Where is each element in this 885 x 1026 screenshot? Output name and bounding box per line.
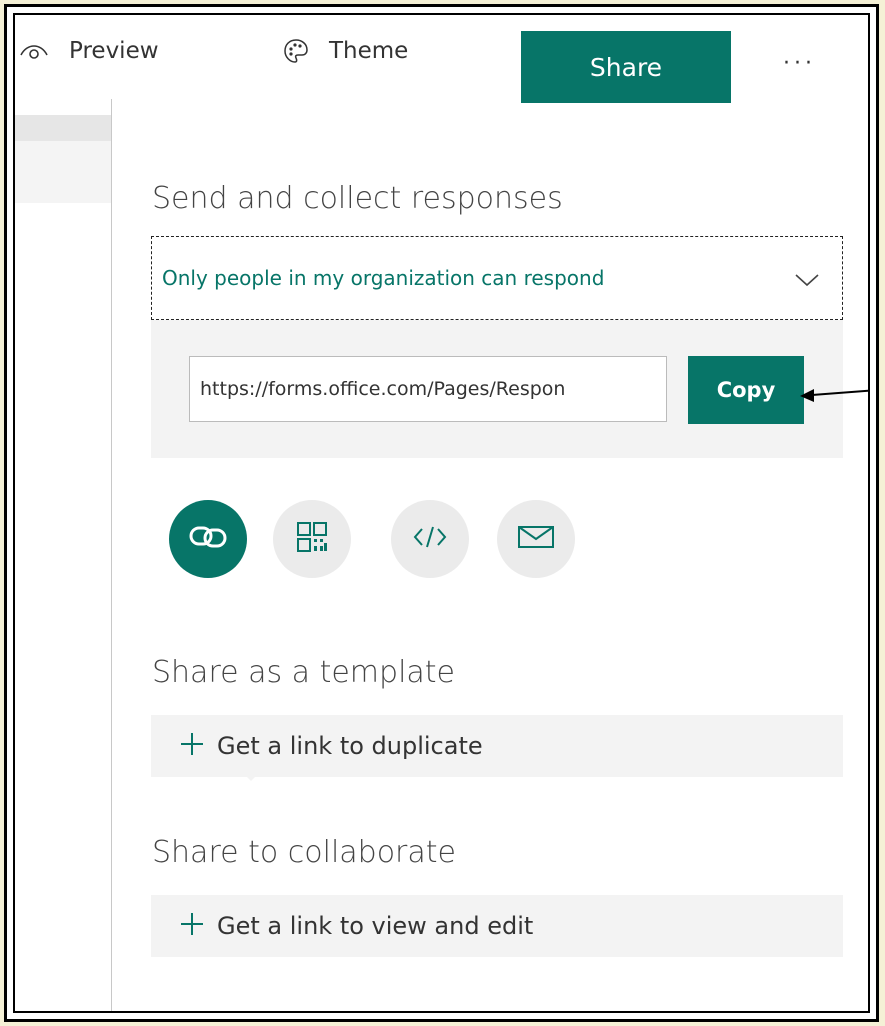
embed-share-button[interactable] [391, 500, 469, 578]
qr-code-icon [295, 520, 329, 558]
edit-link-label: Get a link to view and edit [217, 912, 534, 940]
theme-button[interactable]: Theme [283, 15, 408, 87]
more-options-button[interactable]: ··· [783, 51, 816, 76]
collaborate-section-title: Share to collaborate [152, 835, 456, 870]
plus-icon [179, 906, 205, 946]
share-label: Share [589, 52, 663, 82]
toolbar: Preview Theme Share ··· [15, 15, 868, 103]
more-icon: ··· [783, 51, 816, 76]
preview-label: Preview [69, 38, 159, 64]
link-share-button[interactable] [169, 500, 247, 578]
window-frame: Preview Theme Share ··· Send and collect… [4, 4, 879, 1022]
email-icon [517, 524, 555, 554]
rail-item [15, 115, 111, 141]
rail-item [15, 141, 111, 203]
left-rail [15, 99, 112, 1011]
eye-icon [19, 41, 49, 61]
response-link-input[interactable] [189, 356, 667, 422]
send-section-title: Send and collect responses [152, 181, 563, 216]
audience-selected-value: Only people in my organization can respo… [162, 266, 605, 290]
get-edit-link-button[interactable]: Get a link to view and edit [151, 895, 843, 957]
email-share-button[interactable] [497, 500, 575, 578]
duplicate-link-label: Get a link to duplicate [217, 732, 483, 760]
share-button[interactable]: Share [521, 31, 731, 103]
palette-icon [283, 38, 309, 64]
theme-label: Theme [329, 38, 409, 64]
chevron-down-icon [794, 269, 820, 293]
share-panel: Preview Theme Share ··· Send and collect… [13, 13, 870, 1013]
link-panel: Copy [151, 320, 843, 781]
annotation-arrow-icon [800, 389, 868, 402]
plus-icon [179, 726, 205, 766]
get-duplicate-link-button[interactable]: Get a link to duplicate [151, 715, 843, 777]
link-icon [188, 522, 228, 556]
embed-code-icon [412, 525, 448, 553]
qr-code-share-button[interactable] [273, 500, 351, 578]
copy-button[interactable]: Copy [688, 356, 804, 424]
audience-dropdown[interactable]: Only people in my organization can respo… [151, 236, 843, 320]
template-section-title: Share as a template [152, 655, 456, 690]
preview-button[interactable]: Preview [19, 15, 159, 87]
